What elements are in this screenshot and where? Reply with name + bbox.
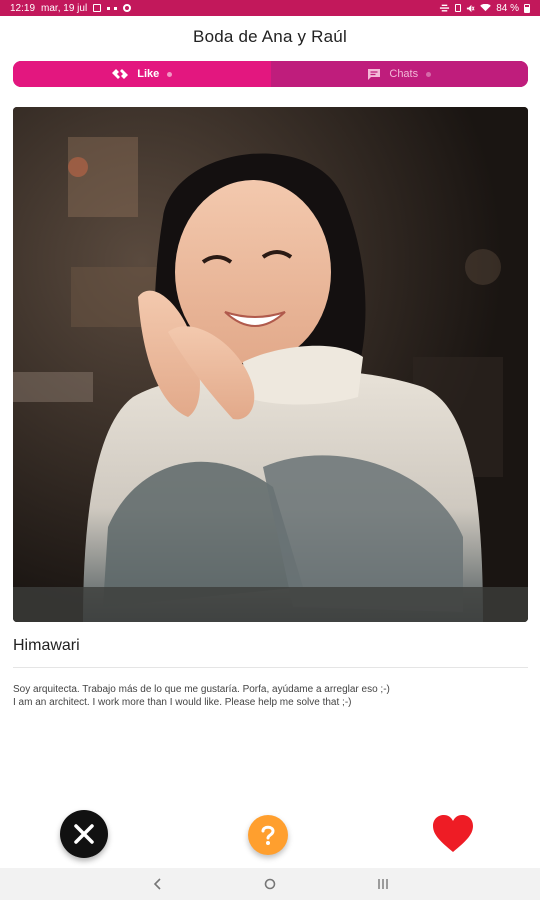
settings-icon <box>123 4 132 12</box>
bio-english: I am an architect. I work more than I wo… <box>13 697 352 708</box>
divider <box>13 667 528 668</box>
home-circle-icon <box>264 878 276 890</box>
question-icon <box>261 825 275 845</box>
profile-photo-image <box>13 107 528 622</box>
back-chevron-icon <box>153 878 161 890</box>
recents-bars-icon <box>378 879 389 889</box>
nav-recents-button[interactable] <box>368 872 398 896</box>
more-dots-icon <box>107 6 118 10</box>
help-button[interactable] <box>248 815 288 855</box>
dislike-button[interactable] <box>60 810 108 858</box>
sim-icon <box>455 4 462 12</box>
battery-percent: 84 % <box>496 2 519 14</box>
profile-bio: Soy arquitecta. Trabajo más de lo que me… <box>13 683 528 709</box>
gallery-icon <box>93 4 102 12</box>
heart-icon <box>433 815 473 852</box>
status-date: mar, 19 jul <box>41 2 88 14</box>
profile-name: Himawari <box>13 637 80 654</box>
system-nav-bar <box>0 868 540 900</box>
app-header: Boda de Ana y Raúl <box>0 16 540 58</box>
tab-bar: Like Chats <box>13 61 528 87</box>
tab-like-label: Like <box>137 68 160 80</box>
battery-icon <box>524 3 530 13</box>
page-title: Boda de Ana y Raúl <box>193 27 347 46</box>
chat-icon <box>368 68 381 80</box>
profile-photo[interactable] <box>13 107 528 622</box>
tab-chats[interactable]: Chats <box>270 61 528 87</box>
status-bar: 12:19 mar, 19 jul 84 % <box>0 0 540 16</box>
tab-like-indicator <box>167 71 173 77</box>
mute-icon <box>467 4 475 12</box>
tab-like[interactable]: Like <box>13 61 271 87</box>
tab-chats-indicator <box>426 71 432 77</box>
nav-home-button[interactable] <box>255 872 285 896</box>
bio-spanish: Soy arquitecta. Trabajo más de lo que me… <box>13 684 390 695</box>
status-time: 12:19 <box>10 2 36 14</box>
tab-chats-label: Chats <box>389 68 419 80</box>
link-icon <box>440 4 450 12</box>
hands-icon <box>112 69 129 79</box>
nav-back-button[interactable] <box>142 872 172 896</box>
close-icon <box>74 824 94 844</box>
like-button[interactable] <box>430 812 476 856</box>
wifi-icon <box>480 4 492 12</box>
